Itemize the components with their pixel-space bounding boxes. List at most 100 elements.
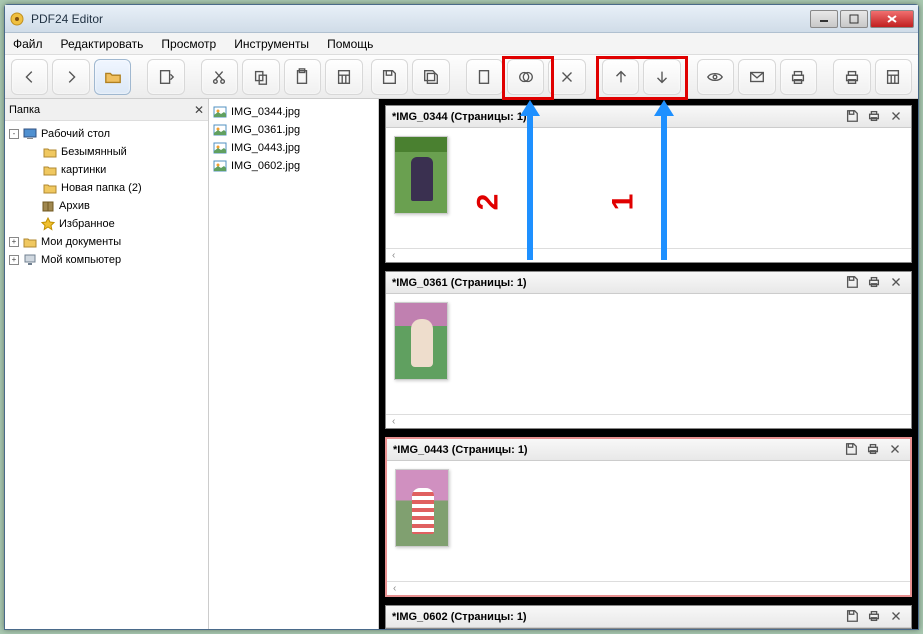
tree-node-desktop[interactable]: - Рабочий стол	[7, 125, 206, 143]
delete-button[interactable]	[548, 59, 585, 95]
app-icon	[9, 11, 25, 27]
calc-button-2[interactable]	[875, 59, 912, 95]
file-item[interactable]: IMG_0443.jpg	[213, 139, 374, 157]
doc-print-icon[interactable]	[867, 609, 883, 625]
tree-node-mycomputer[interactable]: + Мой компьютер	[7, 251, 206, 269]
documents-icon	[23, 235, 37, 249]
paste-button[interactable]	[284, 59, 321, 95]
file-item[interactable]: IMG_0361.jpg	[213, 121, 374, 139]
file-item[interactable]: IMG_0344.jpg	[213, 103, 374, 121]
document-card[interactable]: *IMG_0361 (Страницы: 1) ‹	[385, 271, 912, 429]
close-button[interactable]	[870, 10, 914, 28]
minimize-button[interactable]	[810, 10, 838, 28]
main-toolbar	[5, 55, 918, 99]
tree-node-favorites[interactable]: Избранное	[7, 215, 206, 233]
menu-tools[interactable]: Инструменты	[234, 37, 309, 51]
move-up-button[interactable]	[602, 59, 639, 95]
tree-node-untitled[interactable]: Безымянный	[7, 143, 206, 161]
document-header: *IMG_0602 (Страницы: 1)	[386, 606, 911, 628]
page-thumbnail[interactable]	[394, 302, 448, 380]
preview-button[interactable]	[697, 59, 734, 95]
doc-save-icon[interactable]	[845, 275, 861, 291]
document-title: *IMG_0361 (Страницы: 1)	[392, 277, 527, 289]
file-item[interactable]: IMG_0602.jpg	[213, 157, 374, 175]
folder-tree-panel: Папка ✕ - Рабочий стол Безымянный картин…	[5, 99, 209, 629]
document-preview-panel[interactable]: *IMG_0344 (Страницы: 1) ‹ *IMG_0361 (Стр…	[379, 99, 918, 629]
scroll-left-icon[interactable]: ‹	[386, 248, 911, 262]
page-thumbnail[interactable]	[394, 136, 448, 214]
desktop-icon	[23, 127, 37, 141]
document-title: *IMG_0344 (Страницы: 1)	[392, 111, 527, 123]
menu-edit[interactable]: Редактировать	[61, 37, 144, 51]
star-icon	[41, 217, 55, 231]
calc-button-1[interactable]	[325, 59, 362, 95]
folder-icon	[43, 163, 57, 177]
doc-save-icon[interactable]	[845, 609, 861, 625]
document-card[interactable]: *IMG_0344 (Страницы: 1) ‹	[385, 105, 912, 263]
maximize-button[interactable]	[840, 10, 868, 28]
folder-tree[interactable]: - Рабочий стол Безымянный картинки Новая…	[5, 121, 208, 629]
doc-print-icon[interactable]	[867, 275, 883, 291]
doc-close-icon[interactable]	[889, 275, 905, 291]
forward-button[interactable]	[52, 59, 89, 95]
menu-help[interactable]: Помощь	[327, 37, 373, 51]
print-all-button[interactable]	[833, 59, 870, 95]
document-title: *IMG_0602 (Страницы: 1)	[392, 611, 527, 623]
email-button[interactable]	[738, 59, 775, 95]
tree-node-archive[interactable]: Архив	[7, 197, 206, 215]
app-window: PDF24 Editor Файл Редактировать Просмотр…	[4, 4, 919, 630]
image-file-icon	[213, 159, 227, 173]
cut-button[interactable]	[201, 59, 238, 95]
doc-save-icon[interactable]	[844, 442, 860, 458]
archive-icon	[41, 199, 55, 213]
new-doc-button[interactable]	[147, 59, 184, 95]
document-title: *IMG_0443 (Страницы: 1)	[393, 444, 528, 456]
document-body	[386, 294, 911, 414]
image-file-icon	[213, 141, 227, 155]
scroll-left-icon[interactable]: ‹	[387, 581, 910, 595]
folder-panel-header: Папка ✕	[5, 99, 208, 121]
document-header: *IMG_0344 (Страницы: 1)	[386, 106, 911, 128]
document-card[interactable]: *IMG_0443 (Страницы: 1) ‹	[385, 437, 912, 597]
main-body: Папка ✕ - Рабочий стол Безымянный картин…	[5, 99, 918, 629]
save-all-button[interactable]	[412, 59, 449, 95]
window-controls	[810, 10, 914, 28]
scroll-left-icon[interactable]: ‹	[386, 414, 911, 428]
expand-icon[interactable]: +	[9, 237, 19, 247]
back-button[interactable]	[11, 59, 48, 95]
folder-panel-title: Папка	[9, 104, 40, 116]
merge-button[interactable]	[507, 59, 544, 95]
document-body	[386, 128, 911, 248]
panel-close-icon[interactable]: ✕	[194, 103, 204, 117]
doc-print-icon[interactable]	[867, 109, 883, 125]
expand-icon[interactable]: +	[9, 255, 19, 265]
document-body	[387, 461, 910, 581]
file-list-panel: IMG_0344.jpg IMG_0361.jpg IMG_0443.jpg I…	[209, 99, 379, 629]
window-title: PDF24 Editor	[31, 12, 810, 26]
folder-icon	[43, 145, 57, 159]
blank-page-button[interactable]	[466, 59, 503, 95]
menu-view[interactable]: Просмотр	[161, 37, 216, 51]
doc-close-icon[interactable]	[889, 609, 905, 625]
collapse-icon[interactable]: -	[9, 129, 19, 139]
open-folder-button[interactable]	[94, 59, 131, 95]
tree-node-newfolder[interactable]: Новая папка (2)	[7, 179, 206, 197]
menu-file[interactable]: Файл	[13, 37, 43, 51]
document-card[interactable]: *IMG_0602 (Страницы: 1)	[385, 605, 912, 629]
menubar: Файл Редактировать Просмотр Инструменты …	[5, 33, 918, 55]
doc-print-icon[interactable]	[866, 442, 882, 458]
tree-node-pictures[interactable]: картинки	[7, 161, 206, 179]
image-file-icon	[213, 123, 227, 137]
page-thumbnail[interactable]	[395, 469, 449, 547]
save-button[interactable]	[371, 59, 408, 95]
doc-close-icon[interactable]	[888, 442, 904, 458]
document-header: *IMG_0443 (Страницы: 1)	[387, 439, 910, 461]
move-down-button[interactable]	[643, 59, 680, 95]
copy-button[interactable]	[242, 59, 279, 95]
doc-close-icon[interactable]	[889, 109, 905, 125]
print-button[interactable]	[780, 59, 817, 95]
document-header: *IMG_0361 (Страницы: 1)	[386, 272, 911, 294]
computer-icon	[23, 253, 37, 267]
doc-save-icon[interactable]	[845, 109, 861, 125]
tree-node-mydocs[interactable]: + Мои документы	[7, 233, 206, 251]
